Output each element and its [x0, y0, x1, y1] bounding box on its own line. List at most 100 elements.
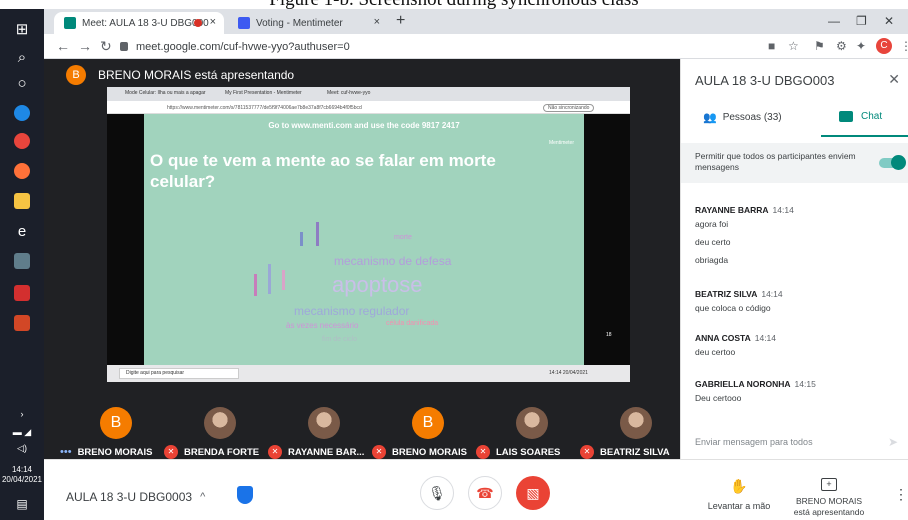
network-icon[interactable]: ▬ ◢: [0, 427, 44, 438]
chevron-up-icon[interactable]: ›: [0, 409, 44, 419]
mic-muted-icon: ✕: [268, 445, 282, 459]
tab-meet[interactable]: Meet: AULA 18 3-U DBG000 ×: [54, 12, 224, 34]
minimize-icon[interactable]: —: [828, 14, 840, 28]
wordcloud-word: às vezes necessário: [286, 321, 359, 330]
close-tab-icon[interactable]: ×: [210, 16, 216, 28]
participant-tile[interactable]: B ✕ BRENO MORAIS: [372, 397, 477, 459]
chat-icon: [839, 111, 853, 122]
profile-avatar[interactable]: C: [876, 38, 892, 54]
tab-label: Chat: [861, 111, 883, 122]
restore-icon[interactable]: ❐: [856, 14, 867, 28]
participant-tile[interactable]: ✕ BEATRIZ SILVA: [580, 397, 685, 459]
close-tab-icon[interactable]: ×: [374, 16, 380, 28]
browser-menu-icon[interactable]: ⋮: [900, 39, 908, 53]
message-sender: ANNA COSTA: [695, 333, 751, 343]
mentimeter-slide: Go to www.menti.com and use the code 981…: [144, 114, 584, 365]
close-panel-icon[interactable]: ✕: [888, 71, 900, 88]
tab-title: Voting - Mentimeter: [256, 17, 343, 29]
tab-label: Pessoas (33): [722, 112, 782, 123]
participant-tile[interactable]: ✕ BRENDA FORTE: [164, 397, 269, 459]
chat-permission-row: Permitir que todos os participantes envi…: [681, 143, 908, 183]
slide-question: O que te vem a mente ao se falar em mort…: [150, 151, 496, 191]
extensions-puzzle-icon[interactable]: ✦: [856, 39, 866, 53]
wordcloud-word: fim de ciclo: [322, 336, 358, 343]
mentimeter-brand: Mentimeter: [548, 140, 574, 146]
wordcloud-bar: [254, 274, 257, 296]
more-options-icon[interactable]: ⋮: [894, 486, 908, 503]
camera-indicator-icon[interactable]: ■: [768, 39, 775, 53]
firefox-icon[interactable]: [10, 159, 34, 183]
camera-off-icon: ▧: [526, 484, 540, 501]
permission-label: Permitir que todos os participantes envi…: [695, 151, 856, 172]
black-bar: 18: [584, 114, 630, 365]
message-text: deu certoo: [695, 347, 736, 357]
join-instruction: Go to www.menti.com and use the code 981…: [268, 121, 460, 130]
raise-hand-label: Levantar a mão: [707, 501, 771, 511]
back-icon[interactable]: ←: [56, 38, 70, 54]
volume-icon[interactable]: ◁): [0, 443, 44, 454]
extension-flag-icon[interactable]: ⚑: [814, 39, 825, 53]
chat-message-input[interactable]: Enviar mensagem para todos: [695, 437, 813, 447]
raise-hand-button[interactable]: ✋ Levantar a mão: [699, 478, 779, 511]
chat-message-group: ANNA COSTA 14:14 deu certoo: [695, 333, 895, 357]
participant-tile[interactable]: ✕ RAYANNE BAR...: [268, 397, 373, 459]
recording-indicator-icon: [194, 19, 202, 27]
url-field[interactable]: meet.google.com/cuf-hvwe-yyo?authuser=0: [120, 37, 740, 56]
leave-call-button[interactable]: ☎: [468, 476, 502, 510]
browser-address-bar: ← → ↻ meet.google.com/cuf-hvwe-yyo?authu…: [44, 34, 908, 59]
powerpoint-icon[interactable]: [10, 311, 34, 335]
participant-avatar: [620, 407, 652, 439]
participant-name: BRENDA FORTE: [184, 446, 260, 458]
microphone-button[interactable]: 🎙: [420, 476, 454, 510]
message-text: deu certo: [695, 237, 731, 247]
system-clock[interactable]: 14:14 20/04/2021: [0, 465, 44, 485]
microphone-icon: 🎙: [428, 484, 446, 501]
participant-avatar: B: [100, 407, 132, 439]
forward-icon[interactable]: →: [78, 38, 92, 54]
tab-people[interactable]: 👥 Pessoas (33): [703, 111, 782, 124]
send-icon[interactable]: ➤: [888, 435, 898, 449]
calculator-icon[interactable]: [10, 249, 34, 273]
security-shield-icon[interactable]: [237, 486, 253, 504]
presenting-button[interactable]: + BRENO MORAIS está apresentando: [782, 474, 876, 518]
shared-browser-tabs: Mode Celular: Ilha ou mais a apagar My F…: [107, 87, 630, 101]
close-window-icon[interactable]: ✕: [884, 14, 894, 28]
bookmark-star-icon[interactable]: ☆: [788, 39, 799, 53]
tab-chat[interactable]: Chat: [839, 111, 882, 122]
windows-taskbar: ⊞ ⌕ ○ e › ▬ ◢ ◁) 14:14 20/04/2021 ▤: [0, 9, 44, 520]
reload-icon[interactable]: ↻: [100, 38, 112, 55]
toggle-knob[interactable]: [891, 155, 906, 170]
windows-start-icon[interactable]: ⊞: [10, 17, 34, 41]
file-explorer-icon[interactable]: [10, 189, 34, 213]
more-options-icon[interactable]: •••: [60, 446, 72, 458]
search-icon[interactable]: ⌕: [10, 45, 34, 69]
chat-message-group: GABRIELLA NORONHA 14:15 Deu certooo: [695, 379, 895, 403]
participant-name: BRENO MORAIS: [392, 446, 467, 458]
participant-tile[interactable]: ✕ LAIS SOARES: [476, 397, 581, 459]
meeting-details-button[interactable]: AULA 18 3-U DBG0003 ^: [66, 490, 205, 504]
message-sender: RAYANNE BARRA: [695, 205, 769, 215]
tab-mentimeter[interactable]: Voting - Mentimeter ×: [228, 12, 388, 34]
task-view-icon[interactable]: ○: [10, 71, 34, 95]
camera-off-button[interactable]: ▧: [516, 476, 550, 510]
shared-url: https://www.mentimeter.com/s/7811537777/…: [167, 105, 362, 111]
participant-name: LAIS SOARES: [496, 446, 561, 458]
pdf-reader-icon[interactable]: [10, 281, 34, 305]
notifications-icon[interactable]: ▤: [0, 497, 44, 511]
internet-explorer-icon[interactable]: e: [10, 219, 34, 243]
message-sender: GABRIELLA NORONHA: [695, 379, 791, 389]
url-text: meet.google.com/cuf-hvwe-yyo?authuser=0: [136, 40, 350, 53]
mic-muted-icon: ✕: [476, 445, 490, 459]
extension-icon[interactable]: ⚙: [836, 39, 847, 53]
message-text: que coloca o código: [695, 303, 771, 313]
mic-muted-icon: ✕: [372, 445, 386, 459]
edge-browser-icon[interactable]: [10, 101, 34, 125]
chrome-icon[interactable]: [10, 129, 34, 153]
participant-tile[interactable]: B ••• BRENO MORAIS: [60, 397, 165, 458]
shared-address-bar: https://www.mentimeter.com/s/7811537777/…: [107, 101, 630, 114]
wordcloud-word: mecanismo de defesa: [334, 254, 452, 268]
shared-screen[interactable]: Mode Celular: Ilha ou mais a apagar My F…: [107, 87, 630, 382]
presenting-label: BRENO MORAIS está apresentando: [793, 496, 865, 517]
meeting-name: AULA 18 3-U DBG0003: [66, 490, 193, 504]
new-tab-icon[interactable]: +: [396, 12, 405, 30]
